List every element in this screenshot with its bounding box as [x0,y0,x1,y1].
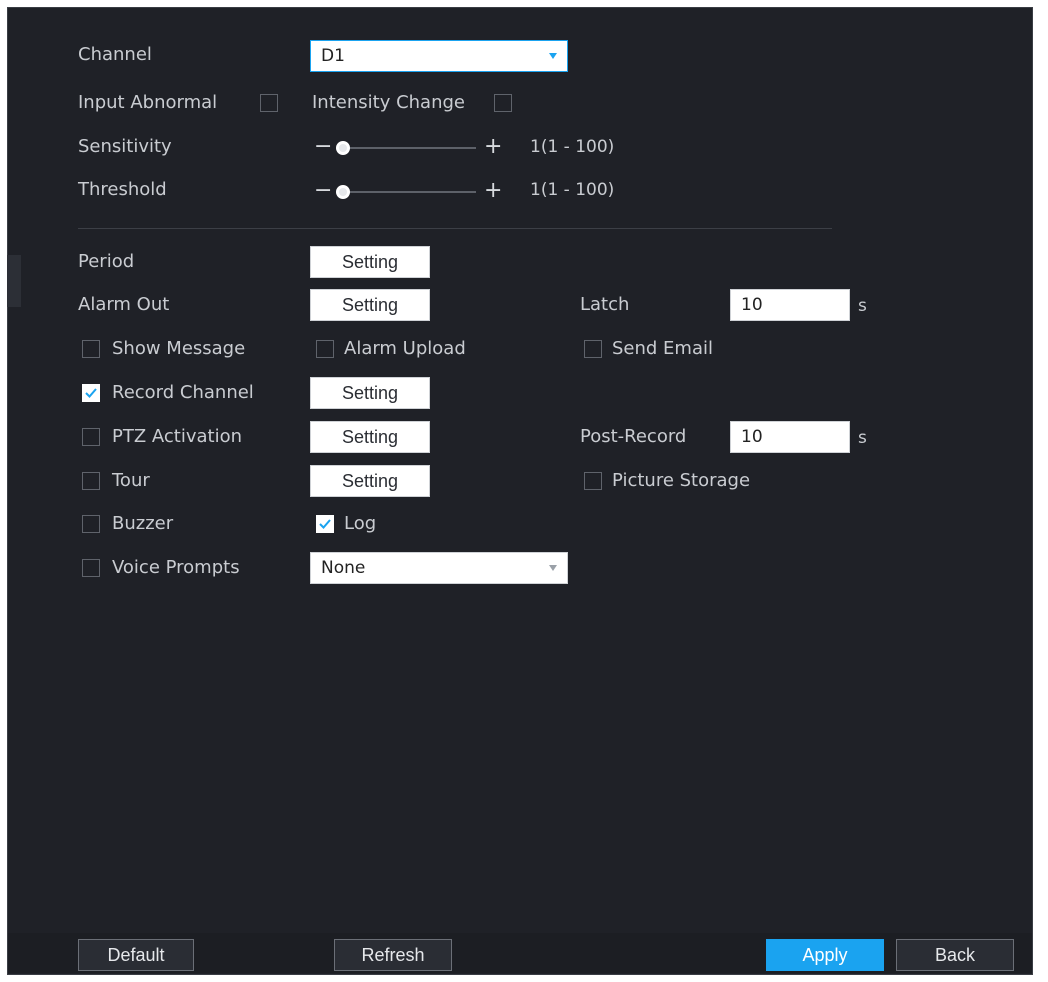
intensity-change-checkbox[interactable] [494,94,512,112]
alarm-upload-checkbox[interactable] [316,340,334,358]
post-record-unit: s [858,428,867,448]
latch-input[interactable] [730,289,850,321]
threshold-increase-button[interactable]: + [484,180,502,202]
section-divider [78,228,832,229]
picture-storage-label: Picture Storage [612,470,751,491]
alarm-upload-label: Alarm Upload [344,338,466,359]
ptz-activation-label: PTZ Activation [112,426,243,447]
show-message-label: Show Message [112,338,246,359]
picture-storage-checkbox[interactable] [584,472,602,490]
latch-label: Latch [580,294,630,315]
sensitivity-slider-track[interactable] [336,147,476,149]
record-channel-setting-button[interactable]: Setting [310,377,430,409]
voice-prompts-select-value: None [321,558,366,578]
threshold-slider-handle[interactable] [336,185,350,199]
sensitivity-value: 1(1 - 100) [530,137,615,157]
tour-label: Tour [112,470,150,491]
default-button[interactable]: Default [78,939,194,971]
threshold-label: Threshold [78,179,167,200]
record-channel-label: Record Channel [112,382,254,403]
post-record-label: Post-Record [580,426,687,447]
intensity-change-label: Intensity Change [312,92,465,113]
sidebar-collapse-handle[interactable] [7,255,21,307]
buzzer-label: Buzzer [112,513,174,534]
buzzer-checkbox[interactable] [82,515,100,533]
post-record-input[interactable] [730,421,850,453]
alarm-out-setting-button[interactable]: Setting [310,289,430,321]
period-label: Period [78,251,135,272]
send-email-label: Send Email [612,338,713,359]
threshold-value: 1(1 - 100) [530,180,615,200]
channel-select[interactable]: D1 [310,40,568,72]
threshold-slider-track[interactable] [336,191,476,193]
sensitivity-slider-handle[interactable] [336,141,350,155]
log-checkbox[interactable] [316,515,334,533]
back-button[interactable]: Back [896,939,1014,971]
chevron-down-icon [549,53,557,59]
refresh-button[interactable]: Refresh [334,939,452,971]
threshold-decrease-button[interactable]: − [314,180,332,202]
period-setting-button[interactable]: Setting [310,246,430,278]
voice-prompts-label: Voice Prompts [112,557,240,578]
chevron-down-icon [549,565,557,571]
sensitivity-increase-button[interactable]: + [484,136,502,158]
sensitivity-label: Sensitivity [78,136,172,157]
tour-setting-button[interactable]: Setting [310,465,430,497]
record-channel-checkbox[interactable] [82,384,100,402]
input-abnormal-checkbox[interactable] [260,94,278,112]
channel-label: Channel [78,44,152,65]
voice-prompts-checkbox[interactable] [82,559,100,577]
channel-select-value: D1 [321,46,345,66]
show-message-checkbox[interactable] [82,340,100,358]
ptz-activation-setting-button[interactable]: Setting [310,421,430,453]
voice-prompts-select[interactable]: None [310,552,568,584]
log-label: Log [344,513,377,534]
alarm-out-label: Alarm Out [78,294,170,315]
sensitivity-decrease-button[interactable]: − [314,136,332,158]
tour-checkbox[interactable] [82,472,100,490]
send-email-checkbox[interactable] [584,340,602,358]
ptz-activation-checkbox[interactable] [82,428,100,446]
latch-unit: s [858,296,867,316]
input-abnormal-label: Input Abnormal [78,92,218,113]
apply-button[interactable]: Apply [766,939,884,971]
